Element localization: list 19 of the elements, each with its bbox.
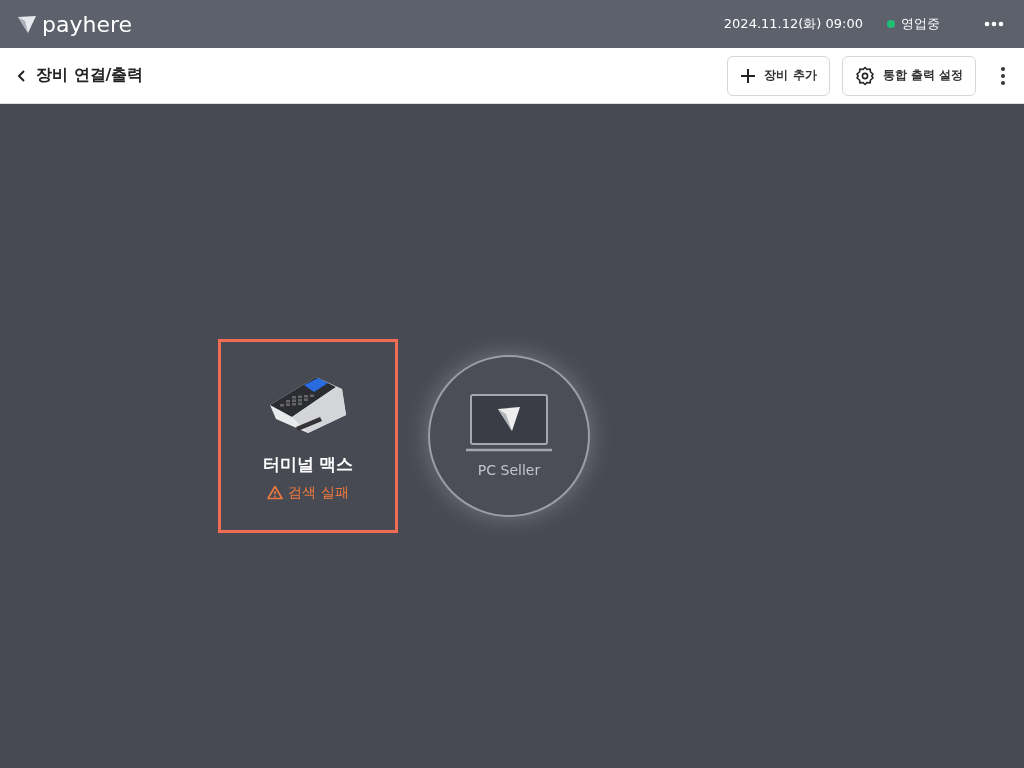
plus-icon [740,67,757,84]
store-status: 영업중 [901,15,940,33]
logo-icon [16,13,38,35]
laptop-icon [466,394,552,452]
pc-seller-node[interactable]: PC Seller [428,355,590,517]
settings-icon [854,65,875,86]
device-card[interactable]: 터미널 맥스 검색 실패 [218,339,398,533]
more-icon [984,21,1004,27]
date-time: 2024.11.12(화) 09:00 [723,15,863,33]
print-settings-button[interactable]: 통합 출력 설정 [841,55,976,96]
device-status: 검색 실패 [267,483,349,502]
back-icon [16,68,28,83]
device-name: PC Seller [477,462,541,478]
page-title: 장비 연결/출력 [36,65,144,86]
device-name: 터미널 맥스 [262,452,354,476]
kebab-icon [1000,65,1006,86]
warning-icon [267,485,284,500]
logo-text: payhere [42,11,133,37]
add-device-button[interactable]: 장비 추가 [727,55,830,96]
